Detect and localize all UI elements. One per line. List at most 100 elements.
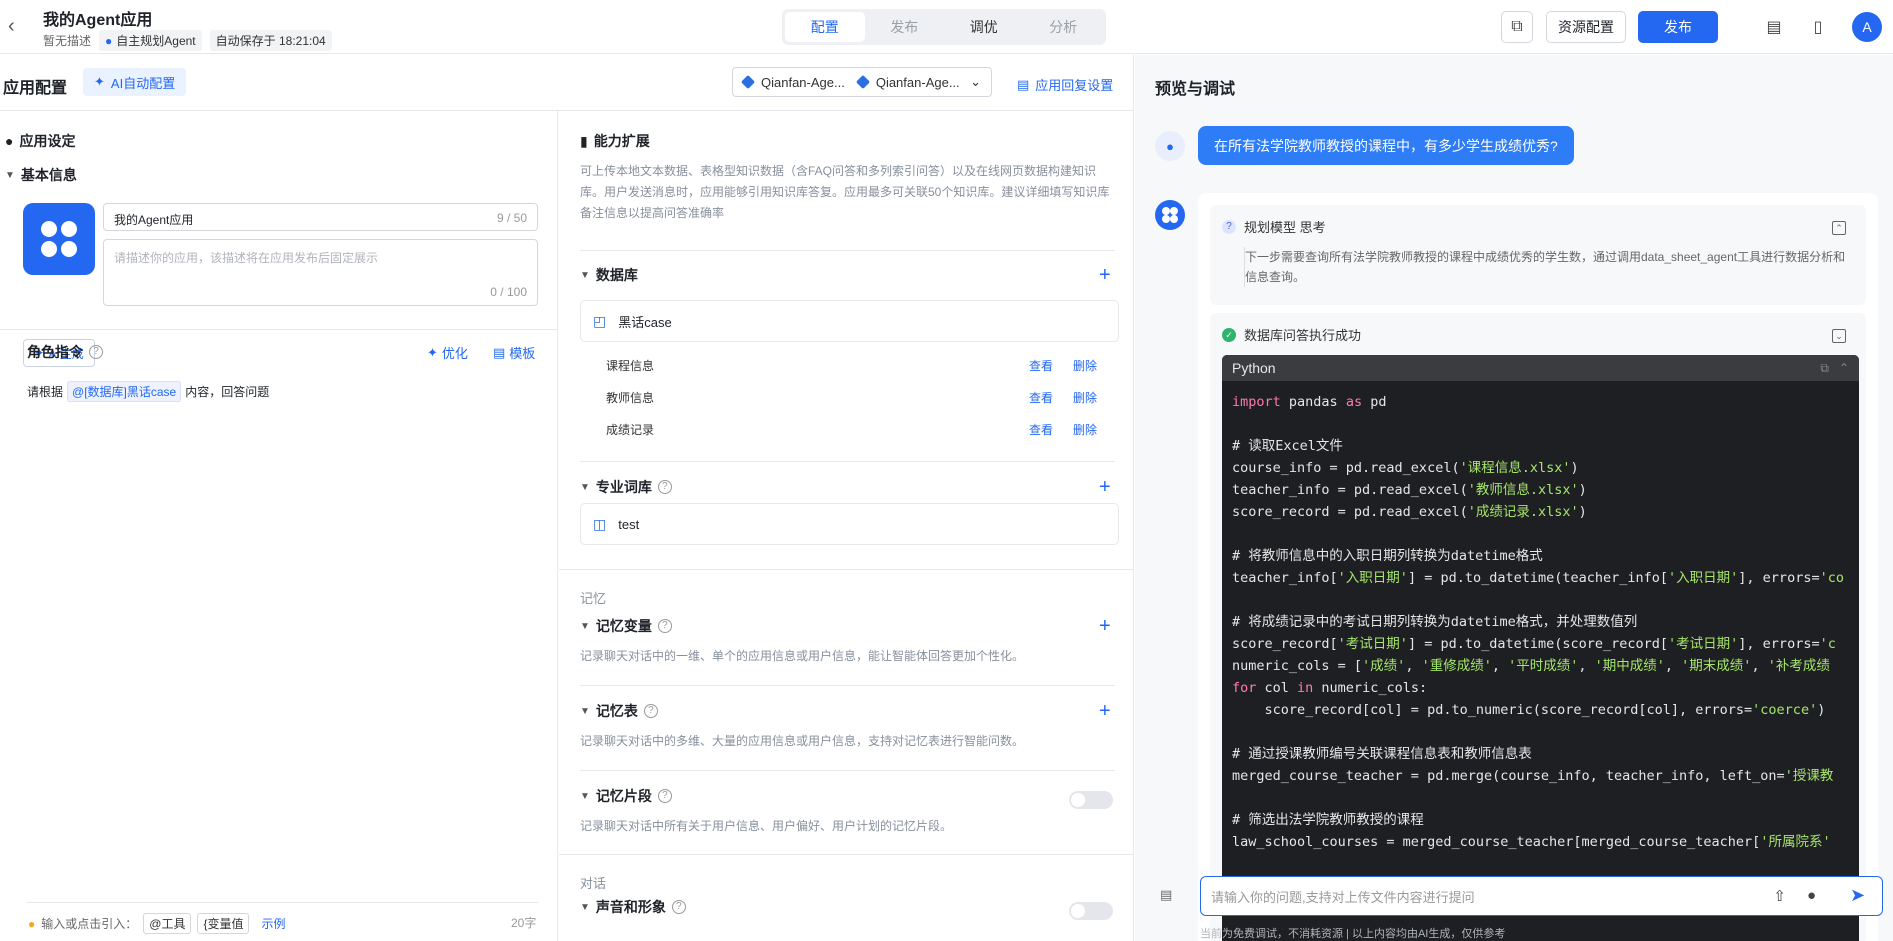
divider	[559, 854, 1134, 855]
chat-input[interactable]: 请输入你的问题,支持对上传文件内容进行提问 ⇧ ● ➤	[1200, 876, 1883, 916]
delete-link[interactable]: 删除	[1073, 391, 1097, 405]
app-name-input[interactable]: 我的Agent应用 9 / 50	[103, 203, 538, 231]
role-instruction[interactable]: 请根据 @[数据库]黑话case 内容，回答问题	[27, 381, 269, 402]
desc-count: 0 / 100	[490, 285, 527, 299]
help-icon[interactable]: ?	[643, 704, 658, 718]
lexicon-card[interactable]: ◫ test	[580, 503, 1119, 545]
ability-column: ▮ 能力扩展 可上传本地文本数据、表格型知识数据（含FAQ问答和多列索引问答）以及…	[559, 111, 1134, 941]
help-icon[interactable]: ?	[657, 619, 672, 633]
add-database-icon[interactable]: +	[1099, 265, 1111, 285]
help-icon[interactable]: ?	[671, 900, 686, 914]
tab-config[interactable]: 配置	[785, 12, 865, 42]
tab-publish[interactable]: 发布	[865, 12, 945, 42]
basic-info-toggle[interactable]: ▼ 基本信息	[5, 165, 77, 185]
reply-icon: ▤	[1017, 76, 1030, 92]
add-mem-table-icon[interactable]: +	[1099, 701, 1111, 721]
bot-response: ? 规划模型 思考 ⌃ 下一步需要查询所有法学院教师教授的课程中成绩优秀的学生数，…	[1198, 193, 1878, 941]
char-count: 20字	[511, 916, 537, 930]
chat-input-placeholder: 请输入你的问题,支持对上传文件内容进行提问	[1211, 889, 1475, 905]
tab-tune[interactable]: 调优	[944, 12, 1024, 42]
help-icon[interactable]: ?	[89, 345, 103, 359]
voice-switch[interactable]	[1069, 902, 1113, 920]
lexicon-toggle[interactable]: ▼ 专业词库?	[580, 477, 672, 497]
reply-settings-button[interactable]: ▤ 应用回复设置	[1017, 75, 1113, 94]
config-area: 应用配置 ✦ AI自动配置 Qianfan-Age... Qianfan-Age.…	[0, 55, 1134, 941]
puzzle-icon: ▮	[580, 132, 588, 149]
mem-table-toggle[interactable]: ▼ 记忆表?	[580, 701, 658, 721]
caret-down-icon: ▼	[5, 169, 15, 181]
add-mem-var-icon[interactable]: +	[1099, 616, 1111, 636]
ability-desc: 可上传本地文本数据、表格型知识数据（含FAQ问答和多列索引问答）以及在线网页数据…	[580, 164, 1110, 220]
feedback-icon[interactable]: ▯	[1802, 11, 1834, 43]
insert-var-button[interactable]: {变量值	[197, 913, 250, 934]
copy-code-icon[interactable]: ⧉	[1820, 355, 1829, 381]
resource-config-button[interactable]: 资源配置	[1546, 11, 1626, 43]
instr-footer: ● 输入或点击引入： @工具 {变量值 示例	[28, 913, 285, 934]
user-message: 在所有法学院教师教授的课程中，有多少学生成绩优秀?	[1198, 126, 1574, 165]
view-link[interactable]: 查看	[1029, 391, 1053, 405]
add-lexicon-icon[interactable]: +	[1099, 477, 1111, 497]
book-icon[interactable]: ▤	[1758, 11, 1790, 43]
app-desc-placeholder: 请描述你的应用，该描述将在应用发布后固定展示	[114, 251, 379, 265]
database-icon: ◰	[593, 312, 607, 329]
preview-panel: 预览与调试 ● 在所有法学院教师教授的课程中，有多少学生成绩优秀? ? 规划模型 …	[1135, 55, 1893, 941]
user-avatar-icon: ●	[1155, 131, 1185, 161]
collapse-code-icon[interactable]: ⌃	[1839, 355, 1849, 381]
copy-icon[interactable]: ⧉	[1501, 11, 1533, 43]
insert-tool-button[interactable]: @工具	[143, 913, 192, 934]
lexicon-title: 专业词库	[595, 479, 652, 495]
model-select[interactable]: Qianfan-Age... Qianfan-Age... ⌄	[732, 67, 992, 97]
caret-down-icon: ▼	[580, 481, 590, 493]
upload-icon[interactable]: ⇧	[1773, 887, 1786, 905]
collapse-icon[interactable]: ⌃	[1832, 221, 1846, 235]
preview-title: 预览与调试	[1155, 81, 1236, 98]
view-link[interactable]: 查看	[1029, 423, 1053, 437]
microphone-icon[interactable]: ●	[1807, 887, 1816, 904]
tab-analyze[interactable]: 分析	[1024, 12, 1104, 42]
app-logo[interactable]	[23, 203, 95, 275]
database-toggle[interactable]: ▼ 数据库	[580, 265, 638, 285]
view-link[interactable]: 查看	[1029, 359, 1053, 373]
mem-frag-desc: 记录聊天对话中所有关于用户信息、用户偏好、用户计划的记忆片段。	[580, 819, 953, 833]
agent-icon: ●	[105, 33, 113, 48]
voice-toggle[interactable]: ▼ 声音和形象?	[580, 897, 686, 917]
example-link[interactable]: 示例	[261, 915, 285, 932]
delete-link[interactable]: 删除	[1073, 423, 1097, 437]
database-card[interactable]: ◰ 黑话case	[580, 300, 1119, 342]
optimize-button[interactable]: ✦ 优化	[427, 343, 468, 362]
table-ops: 查看 删除	[1029, 421, 1097, 438]
user-avatar[interactable]: A	[1852, 12, 1882, 42]
delete-link[interactable]: 删除	[1073, 359, 1097, 373]
table-name: 成绩记录	[606, 423, 655, 437]
back-icon[interactable]: ‹	[8, 16, 28, 36]
expand-icon[interactable]: ⌄	[1832, 329, 1846, 343]
mem-frag-title: 记忆片段	[595, 788, 652, 804]
divider	[580, 250, 1115, 251]
settings-column: ● 应用设定 ▼ 基本信息 ✦ AI生成 我的Agent应用 9 / 50 请描述你的…	[0, 111, 558, 941]
help-icon[interactable]: ?	[657, 480, 672, 494]
database-title: 数据库	[595, 267, 638, 283]
divider	[580, 685, 1115, 686]
mem-var-toggle[interactable]: ▼ 记忆变量?	[580, 616, 672, 636]
caret-down-icon: ▼	[580, 705, 590, 717]
exec-block: ✓ 数据库问答执行成功 ⌄ Python ⧉ ⌃ import pandas as p…	[1210, 313, 1866, 941]
toolbox-icon[interactable]: ▤	[1160, 887, 1178, 905]
app-name-value: 我的Agent应用	[114, 213, 194, 227]
mem-frag-toggle[interactable]: ▼ 记忆片段?	[580, 786, 672, 806]
instr-reference[interactable]: @[数据库]黑话case	[67, 381, 182, 402]
help-icon[interactable]: ?	[657, 789, 672, 803]
role-title-text: 角色指令	[27, 344, 83, 360]
voice-title: 声音和形象	[595, 899, 666, 915]
template-button[interactable]: ▤ 模板	[493, 343, 535, 362]
table-row: 教师信息 查看 删除	[606, 389, 1116, 406]
app-desc-input[interactable]: 请描述你的应用，该描述将在应用发布后固定展示 0 / 100	[103, 239, 538, 306]
ai-config-button[interactable]: ✦ AI自动配置	[83, 68, 187, 96]
mem-frag-switch[interactable]	[1069, 791, 1113, 809]
thinking-block: ? 规划模型 思考 ⌃ 下一步需要查询所有法学院教师教授的课程中成绩优秀的学生数，…	[1210, 205, 1866, 305]
send-icon[interactable]: ➤	[1850, 885, 1872, 907]
publish-button[interactable]: 发布	[1638, 11, 1718, 43]
caret-down-icon: ▼	[580, 901, 590, 913]
basic-info-label: 基本信息	[20, 167, 77, 183]
divider	[26, 902, 538, 903]
code-lang: Python	[1232, 360, 1276, 376]
